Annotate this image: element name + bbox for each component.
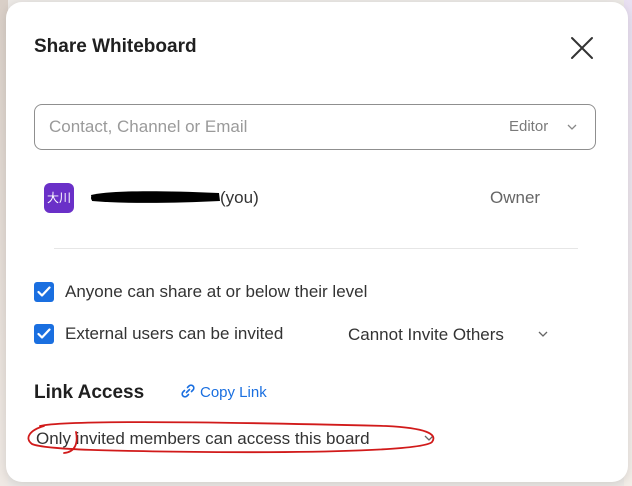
chevron-down-icon [567, 124, 577, 130]
avatar: 大川 [44, 183, 74, 213]
link-icon [181, 384, 195, 398]
invite-search-input[interactable] [49, 105, 489, 149]
checkmark-icon [37, 286, 51, 297]
invite-search-box: Editor [34, 104, 596, 150]
chevron-down-icon [538, 331, 548, 337]
dialog-title: Share Whiteboard [34, 36, 197, 57]
copy-link-label: Copy Link [200, 384, 267, 401]
close-icon [571, 37, 593, 59]
external-users-label: External users can be invited [65, 324, 284, 343]
share-dialog: Share Whiteboard Editor 大川 (you) Owner A… [6, 2, 628, 482]
link-access-select[interactable]: Only invited members can access this boa… [36, 427, 370, 451]
redacted-name-mark [91, 191, 220, 203]
copy-link-button[interactable]: Copy Link [180, 383, 267, 403]
checkmark-icon [37, 328, 51, 339]
invite-role-select[interactable]: Editor [509, 105, 548, 149]
member-row: 大川 (you) Owner [44, 182, 564, 214]
chevron-down-icon [424, 435, 434, 441]
invite-permission-select[interactable]: Cannot Invite Others [348, 323, 504, 347]
external-users-checkbox[interactable] [34, 324, 54, 344]
share-level-label: Anyone can share at or below their level [65, 282, 368, 301]
divider [54, 248, 578, 249]
share-level-checkbox[interactable] [34, 282, 54, 302]
member-role: Owner [490, 188, 541, 207]
you-label: (you) [220, 188, 259, 207]
close-button[interactable] [568, 34, 596, 62]
link-access-title: Link Access [34, 382, 145, 403]
